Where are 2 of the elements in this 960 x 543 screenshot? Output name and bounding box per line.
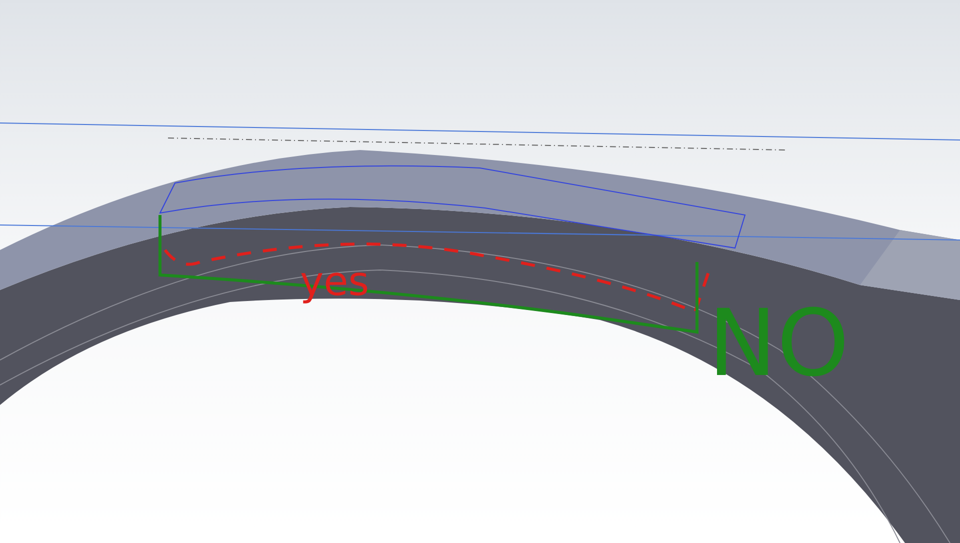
handwritten-label: yes bbox=[300, 262, 370, 302]
handwritten-label: NO bbox=[708, 298, 850, 390]
